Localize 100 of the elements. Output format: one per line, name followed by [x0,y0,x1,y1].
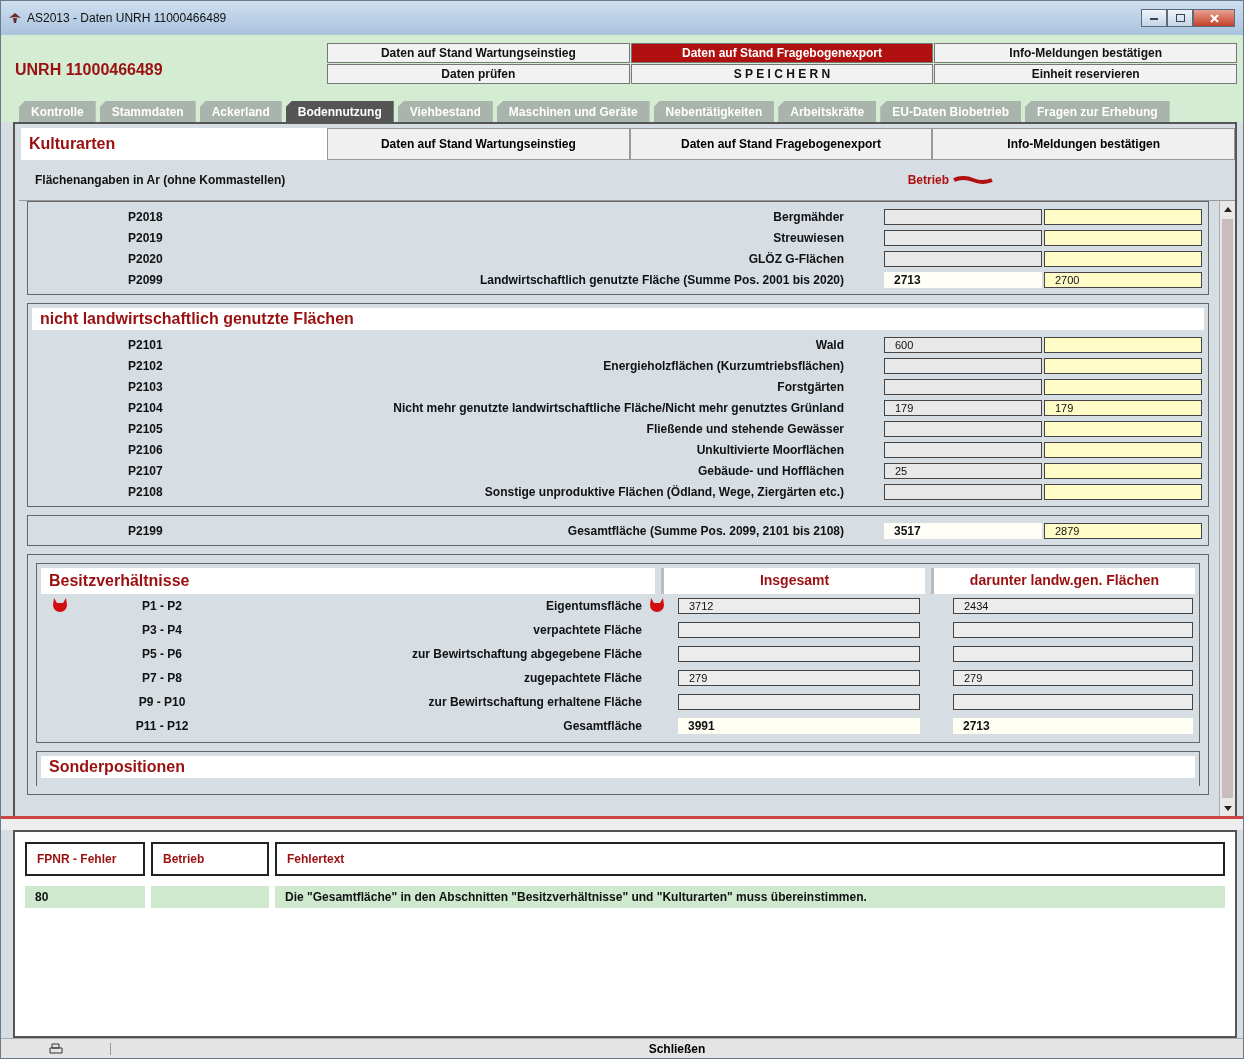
area-field[interactable] [953,646,1193,662]
position-code: P9 - P10 [137,695,187,709]
header-button[interactable]: Info-Meldungen bestätigen [934,43,1237,63]
area-field[interactable] [884,250,1042,267]
area-field[interactable] [884,420,1042,437]
minimize-icon [1150,16,1158,20]
area-field[interactable] [884,229,1042,246]
section-title: nicht landwirtschaftlich genutzte Flächen [32,308,1204,330]
area-field[interactable] [1044,420,1202,437]
position-code: P11 - P12 [134,719,190,733]
table-cell: Die "Gesamtfläche" in den Abschnitten "Besitzverhältnisse" und "Kulturarten" muss übereinstimmen. [275,886,1225,908]
area-field[interactable]: 2700 [1044,271,1202,288]
panel-button[interactable]: Daten auf Stand Wartungseinstieg [327,128,630,160]
row-label: Energieholzflächen (Kurzumtriebsflächen) [602,358,845,373]
position-code: P2019 [128,230,164,245]
window-title: AS2013 - Daten UNRH 11000466489 [27,11,227,25]
scroll-down-icon[interactable] [1223,805,1232,811]
row-label: Wald [814,337,845,352]
row-label: Sonstige unproduktive Flächen (Ödland, Wege, Ziergärten etc.) [483,484,845,499]
row-label: GLÖZ G-Flächen [747,251,845,266]
maximize-icon [1175,14,1185,22]
position-code: P2102 [128,358,164,373]
area-field[interactable]: 279 [953,670,1193,686]
row-label: Gesamtfläche [562,719,643,733]
maximize-button[interactable] [1167,9,1193,27]
area-field[interactable] [884,483,1042,500]
panel-button[interactable]: Daten auf Stand Fragebogenexport [629,128,933,160]
area-field[interactable]: 25 [884,462,1042,479]
area-field[interactable]: 179 [884,399,1042,416]
header-button[interactable]: Daten auf Stand Wartungseinstieg [327,43,630,63]
area-field[interactable] [1044,208,1202,225]
row-label: Fließende und stehende Gewässer [645,421,845,436]
header-button[interactable]: Daten prüfen [327,64,630,84]
row-label: Gesamtfläche (Summe Pos. 2099, 2101 bis 2108) [566,523,845,538]
close-button[interactable] [1193,9,1235,27]
splitter-bar[interactable] [1,816,1243,830]
area-field[interactable]: 179 [1044,399,1202,416]
area-field[interactable]: 3712 [678,598,920,614]
row-label: Forstgärten [776,379,845,394]
area-field[interactable] [884,357,1042,374]
position-code: P2104 [128,400,164,415]
row-label: Streuwiesen [772,230,845,245]
tab[interactable]: Bodennutzung [285,101,394,122]
row-label: zur Bewirtschaftung abgegebene Fläche [410,647,643,661]
area-field[interactable] [678,622,920,638]
position-code: P2020 [128,251,164,266]
area-field[interactable]: 279 [678,670,920,686]
area-field[interactable]: 2879 [1044,522,1202,539]
area-field[interactable]: 3991 [678,718,920,734]
area-field[interactable] [953,622,1193,638]
close-icon [1209,13,1219,23]
header-button[interactable]: S P E I C H E R N [630,64,934,84]
app-icon [9,13,21,23]
column-header: Fehlertext [275,842,1225,876]
section-title: Besitzverhältnisse [41,568,655,594]
minimize-button[interactable] [1141,9,1167,27]
row-label: zugepachtete Fläche [522,671,643,685]
column-header: darunter landw.gen. Flächen [931,568,1195,594]
area-field[interactable] [884,378,1042,395]
scroll-up-icon[interactable] [1223,206,1232,212]
row-label: Bergmähder [772,209,845,224]
area-field[interactable] [678,694,920,710]
position-code: P2106 [128,442,164,457]
area-field[interactable] [884,208,1042,225]
position-code: P2105 [128,421,164,436]
area-field[interactable] [1044,336,1202,353]
row-label: Gebäude- und Hofflächen [697,463,845,478]
area-field[interactable] [678,646,920,662]
header-button[interactable]: Daten auf Stand Fragebogenexport [630,43,934,63]
area-field[interactable]: 2434 [953,598,1193,614]
position-code: P2099 [128,272,164,287]
table-cell: 80 [25,886,145,908]
header-button[interactable]: Einheit reservieren [934,64,1237,84]
area-field[interactable] [1044,357,1202,374]
units-note: Flächenangaben in Ar (ohne Kommastellen) [35,173,286,187]
area-field[interactable]: 600 [884,336,1042,353]
position-code: P2199 [128,523,164,538]
row-label: Unkultivierte Moorflächen [695,442,845,457]
area-field[interactable] [1044,229,1202,246]
area-field[interactable] [1044,441,1202,458]
area-field[interactable] [1044,462,1202,479]
position-code: P1 - P2 [141,599,183,613]
position-code: P7 - P8 [141,671,183,685]
area-field[interactable] [884,441,1042,458]
unit-title: UNRH 11000466489 [15,60,164,80]
row-label: zur Bewirtschaftung erhaltene Fläche [427,695,643,709]
redaction-mark [953,176,993,184]
print-icon[interactable] [48,1042,63,1055]
area-field: 2713 [884,271,1042,288]
area-field: 3517 [884,522,1042,539]
panel-title: Kulturarten [21,128,327,160]
position-code: P2107 [128,463,164,478]
column-header: Insgesamt [661,568,925,594]
area-field[interactable] [953,694,1193,710]
scrollbar[interactable] [1219,201,1235,816]
area-field[interactable]: 2713 [953,718,1193,734]
area-field[interactable] [1044,250,1202,267]
area-field[interactable] [1044,378,1202,395]
area-field[interactable] [1044,483,1202,500]
panel-button[interactable]: Info-Meldungen bestätigen [932,128,1235,160]
